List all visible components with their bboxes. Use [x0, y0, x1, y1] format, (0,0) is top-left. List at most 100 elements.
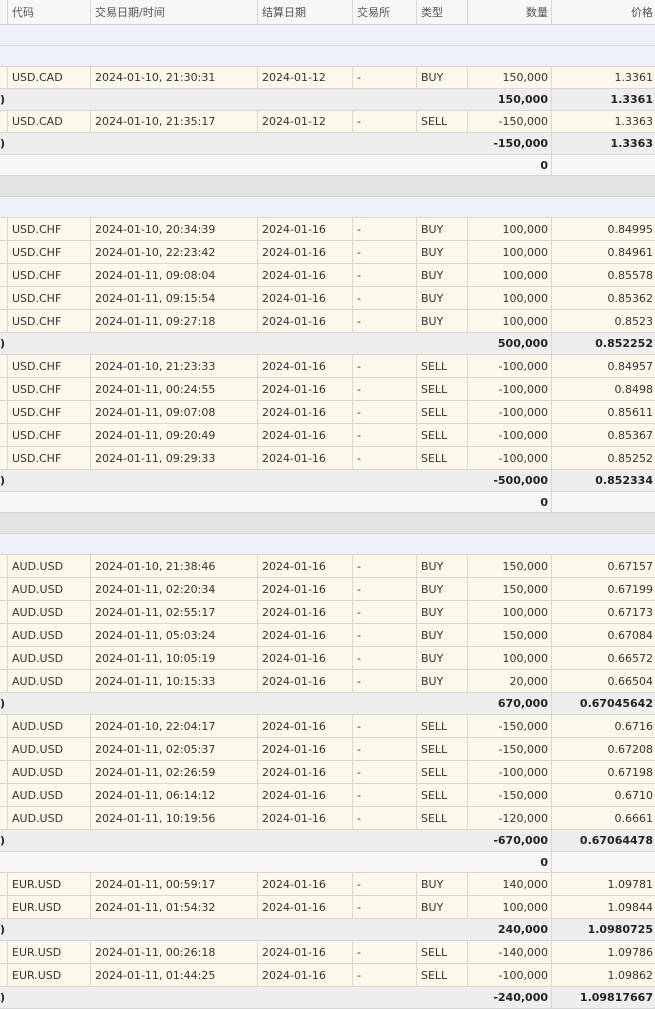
type-cell-text: SELL	[417, 429, 451, 442]
price-cell: 1.3363	[552, 111, 655, 132]
subtotal-price-cell-text: 0.67064478	[576, 834, 655, 847]
code-cell: AUD.USD	[8, 624, 91, 646]
settle-date-cell: 2024-01-16	[258, 555, 353, 577]
code-cell-text: USD.CHF	[8, 269, 65, 282]
row-edge-cell	[0, 873, 8, 895]
quantity-cell-text: -100,000	[495, 406, 551, 419]
table-row[interactable]: USD.CHF2024-01-11, 09:20:492024-01-16-SE…	[0, 424, 655, 447]
quantity-cell: 100,000	[468, 241, 552, 263]
exchange-cell-text: -	[353, 269, 365, 282]
table-row[interactable]: USD.CHF2024-01-10, 20:34:392024-01-16-BU…	[0, 218, 655, 241]
settle-date-cell-text: 2024-01-16	[258, 812, 330, 825]
table-row[interactable]: USD.CHF2024-01-11, 09:29:332024-01-16-SE…	[0, 447, 655, 470]
subtotal-spacer	[91, 89, 258, 110]
price-cell: 0.84961	[552, 241, 655, 263]
quantity-cell: -100,000	[468, 964, 552, 986]
table-row[interactable]: AUD.USD2024-01-11, 10:05:192024-01-16-BU…	[0, 647, 655, 670]
quantity-cell-text: 150,000	[499, 629, 552, 642]
table-row[interactable]: USD.CHF2024-01-11, 09:07:082024-01-16-SE…	[0, 401, 655, 424]
table-row[interactable]: USD.CHF2024-01-10, 22:23:422024-01-16-BU…	[0, 241, 655, 264]
quantity-cell: -120,000	[468, 807, 552, 829]
header-exchange[interactable]: 交易所	[353, 0, 417, 24]
header-settle-date[interactable]: 结算日期	[258, 0, 353, 24]
table-row[interactable]: AUD.USD2024-01-11, 10:19:562024-01-16-SE…	[0, 807, 655, 830]
table-row[interactable]: EUR.USD2024-01-11, 01:44:252024-01-16-SE…	[0, 964, 655, 987]
settle-date-cell-text: 2024-01-16	[258, 789, 330, 802]
settle-date-cell: 2024-01-16	[258, 601, 353, 623]
price-cell-text: 0.67198	[604, 766, 655, 779]
price-cell-text: 0.66572	[604, 652, 655, 665]
code-cell-text: AUD.USD	[8, 606, 67, 619]
type-cell-text: SELL	[417, 720, 451, 733]
datetime-cell: 2024-01-11, 05:03:24	[91, 624, 258, 646]
table-row[interactable]: USD.CHF2024-01-11, 09:15:542024-01-16-BU…	[0, 287, 655, 310]
subtotal-spacer	[353, 333, 417, 354]
table-row[interactable]: AUD.USD2024-01-11, 02:05:372024-01-16-SE…	[0, 738, 655, 761]
price-cell: 0.66504	[552, 670, 655, 692]
table-row[interactable]: EUR.USD2024-01-11, 00:26:182024-01-16-SE…	[0, 941, 655, 964]
code-cell-text: USD.CHF	[8, 383, 65, 396]
code-cell-text: AUD.USD	[8, 812, 67, 825]
table-row[interactable]: USD.CHF2024-01-11, 09:27:182024-01-16-BU…	[0, 310, 655, 333]
code-cell-text: EUR.USD	[8, 878, 65, 891]
subtotal-quantity-cell-text: 670,000	[494, 697, 551, 710]
subtotal-edge-cell: )	[0, 693, 8, 714]
exchange-cell-text: -	[353, 115, 365, 128]
subtotal-spacer	[417, 470, 468, 491]
subtotal-spacer	[417, 133, 468, 154]
table-row[interactable]: AUD.USD2024-01-10, 21:38:462024-01-16-BU…	[0, 555, 655, 578]
type-cell: SELL	[417, 355, 468, 377]
type-cell: BUY	[417, 264, 468, 286]
exchange-cell-text: -	[353, 315, 365, 328]
settle-date-cell-text: 2024-01-16	[258, 292, 330, 305]
price-cell-text: 0.66504	[604, 675, 655, 688]
table-row[interactable]: USD.CAD2024-01-10, 21:35:172024-01-12-SE…	[0, 111, 655, 133]
table-row[interactable]: AUD.USD2024-01-11, 02:55:172024-01-16-BU…	[0, 601, 655, 624]
table-row[interactable]: AUD.USD2024-01-11, 02:20:342024-01-16-BU…	[0, 578, 655, 601]
net-spacer	[8, 852, 91, 872]
datetime-cell-text: 2024-01-11, 09:27:18	[91, 315, 219, 328]
net-spacer	[258, 155, 353, 175]
exchange-cell-text: -	[353, 789, 365, 802]
price-cell-text: 0.8523	[611, 315, 655, 328]
subtotal-quantity-cell-text: -670,000	[489, 834, 551, 847]
datetime-cell: 2024-01-11, 10:19:56	[91, 807, 258, 829]
table-row[interactable]: EUR.USD2024-01-11, 00:59:172024-01-16-BU…	[0, 873, 655, 896]
exchange-cell-text: -	[353, 429, 365, 442]
table-row[interactable]: USD.CAD2024-01-10, 21:30:312024-01-12-BU…	[0, 67, 655, 89]
code-cell: EUR.USD	[8, 941, 91, 963]
quantity-cell: -100,000	[468, 378, 552, 400]
header-type[interactable]: 类型	[417, 0, 468, 24]
price-cell: 0.67157	[552, 555, 655, 577]
table-row[interactable]: USD.CHF2024-01-11, 00:24:552024-01-16-SE…	[0, 378, 655, 401]
quantity-cell-text: -100,000	[495, 969, 551, 982]
price-cell-text: 0.6716	[611, 720, 655, 733]
table-row[interactable]: AUD.USD2024-01-11, 10:15:332024-01-16-BU…	[0, 670, 655, 693]
table-row[interactable]: USD.CHF2024-01-10, 21:23:332024-01-16-SE…	[0, 355, 655, 378]
table-row[interactable]: AUD.USD2024-01-10, 22:04:172024-01-16-SE…	[0, 715, 655, 738]
settle-date-cell: 2024-01-16	[258, 264, 353, 286]
quantity-cell: -150,000	[468, 738, 552, 760]
header-code[interactable]: 代码	[8, 0, 91, 24]
subtotal-row: )-500,0000.852334	[0, 470, 655, 492]
type-cell-text: BUY	[417, 246, 447, 259]
quantity-cell: 100,000	[468, 310, 552, 332]
datetime-cell: 2024-01-11, 09:07:08	[91, 401, 258, 423]
subtotal-edge-cell: )	[0, 89, 8, 110]
row-edge-cell	[0, 67, 8, 88]
header-price[interactable]: 价格	[552, 0, 655, 24]
settle-date-cell-text: 2024-01-16	[258, 429, 330, 442]
net-quantity-cell-text: 0	[536, 159, 551, 172]
table-row[interactable]: USD.CHF2024-01-11, 09:08:042024-01-16-BU…	[0, 264, 655, 287]
table-row[interactable]: AUD.USD2024-01-11, 02:26:592024-01-16-SE…	[0, 761, 655, 784]
header-quantity[interactable]: 数量	[468, 0, 552, 24]
datetime-cell-text: 2024-01-11, 10:15:33	[91, 675, 219, 688]
table-row[interactable]: EUR.USD2024-01-11, 01:54:322024-01-16-BU…	[0, 896, 655, 919]
price-cell-text: 1.09862	[604, 969, 655, 982]
exchange-cell-text: -	[353, 292, 365, 305]
header-datetime[interactable]: 交易日期/时间	[91, 0, 258, 24]
table-row[interactable]: AUD.USD2024-01-11, 06:14:122024-01-16-SE…	[0, 784, 655, 807]
exchange-cell: -	[353, 761, 417, 783]
table-row[interactable]: AUD.USD2024-01-11, 05:03:242024-01-16-BU…	[0, 624, 655, 647]
quantity-cell-text: 150,000	[499, 71, 552, 84]
